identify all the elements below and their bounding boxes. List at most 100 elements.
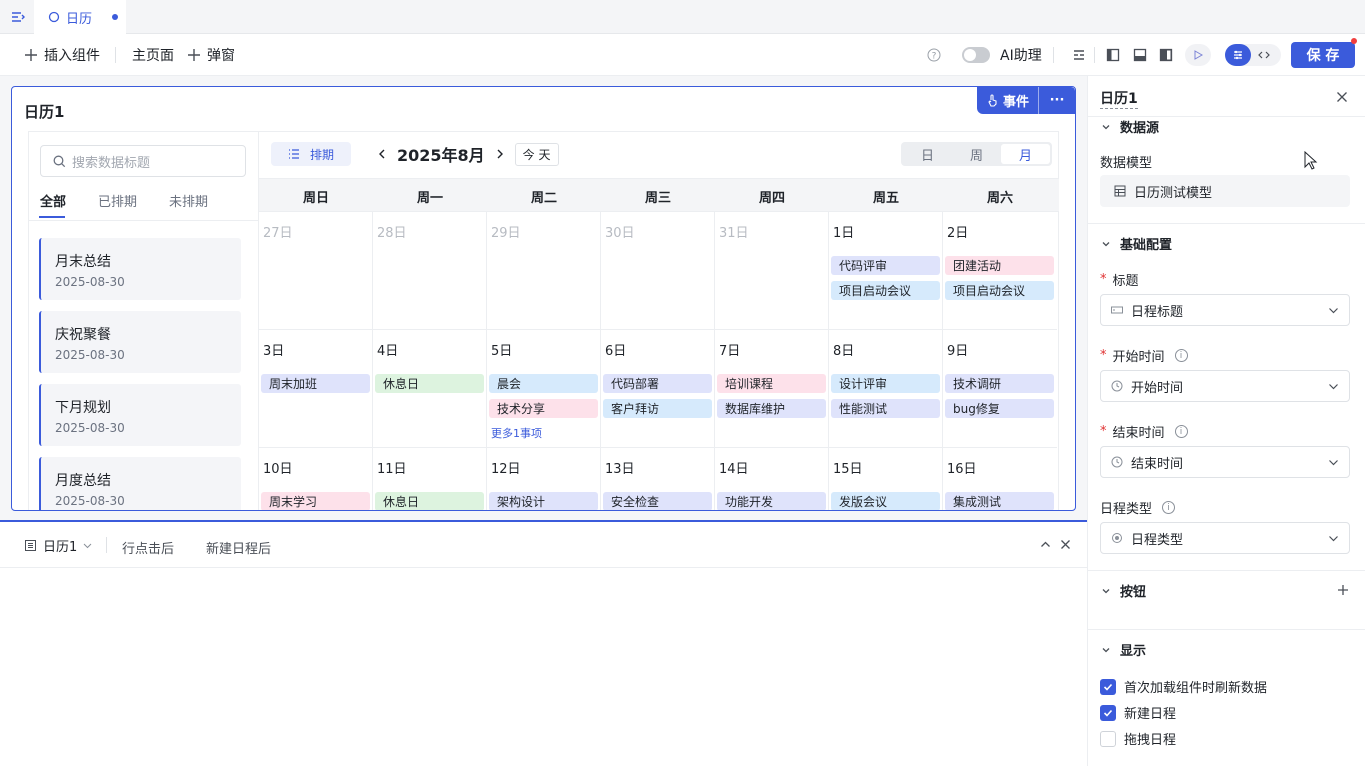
info-icon[interactable]: i [1162,501,1176,514]
calendar-event[interactable]: 代码评审 [831,256,940,275]
day-cell[interactable]: 8日 设计评审 性能测试 [829,330,943,448]
popup-button[interactable]: 弹窗 [187,34,235,76]
calendar-event[interactable]: bug修复 [945,399,1054,418]
close-icon[interactable] [1060,539,1071,550]
chevron-right-icon[interactable] [495,149,505,159]
schedule-button[interactable]: 排期 [271,142,351,166]
day-cell[interactable]: 31日 [715,212,829,330]
day-cell[interactable]: 7日 培训课程 数据库维护 [715,330,829,448]
toggle-switch[interactable] [962,47,990,63]
collapse-icon[interactable] [1040,539,1051,550]
calendar-event[interactable]: 休息日 [375,374,484,393]
list-item[interactable]: 月末总结 2025-08-30 [39,238,241,300]
settings-mode-icon[interactable] [1225,44,1251,66]
right-panel-icon[interactable] [1159,48,1173,62]
calendar-event[interactable]: 性能测试 [831,399,940,418]
day-cell[interactable]: 13日 安全检查 [601,448,715,510]
day-cell[interactable]: 3日 周末加班 [259,330,373,448]
list-tab-scheduled[interactable]: 已排期 [98,191,137,210]
day-cell[interactable]: 11日 休息日 [373,448,487,510]
info-icon[interactable]: i [1174,349,1188,362]
calendar-event[interactable]: 休息日 [375,492,484,510]
display-section-header[interactable]: 显示 [1102,640,1146,659]
calendar-event[interactable]: 架构设计 [489,492,598,510]
day-cell[interactable]: 27日 [259,212,373,330]
event-type-select[interactable]: 日程类型 [1100,522,1350,554]
view-month-button[interactable]: 月 [1001,144,1050,164]
day-cell[interactable]: 30日 [601,212,715,330]
calendar-event[interactable]: 周末加班 [261,374,370,393]
panel-title[interactable]: 日历1 [1100,88,1138,109]
title-select[interactable]: 日程标题 [1100,294,1350,326]
tab-row-click[interactable]: 行点击后 [122,538,174,557]
layout-icon[interactable] [1072,48,1086,62]
component-selector[interactable]: 日历1 [24,536,92,555]
checkbox-checked-icon[interactable] [1100,678,1116,695]
save-button[interactable]: 保 存 [1291,42,1355,68]
checkbox-new-event[interactable]: 新建日程 [1100,703,1176,722]
model-field[interactable]: 日历测试模型 [1100,175,1350,207]
day-cell[interactable]: 2日 团建活动 项目启动会议 [943,212,1057,330]
day-cell[interactable]: 16日 集成测试 [943,448,1057,510]
calendar-event[interactable]: 项目启动会议 [945,281,1054,300]
more-options-icon[interactable]: ··· [1039,87,1075,114]
home-page-button[interactable]: 主页面 [132,34,174,76]
calendar-event[interactable]: 设计评审 [831,374,940,393]
tab-calendar[interactable]: 日历 [34,0,126,34]
calendar-event[interactable]: 晨会 [489,374,598,393]
view-day-button[interactable]: 日 [903,144,952,164]
list-tab-all[interactable]: 全部 [40,191,66,210]
list-item[interactable]: 月度总结 2025-08-30 [39,457,241,510]
calendar-event[interactable]: 技术分享 [489,399,598,418]
calendar-event[interactable]: 周末学习 [261,492,370,510]
button-section-header[interactable]: 按钮 [1102,581,1146,600]
calendar-event[interactable]: 团建活动 [945,256,1054,275]
calendar-event[interactable]: 安全检查 [603,492,712,510]
day-cell[interactable]: 1日 代码评审 项目启动会议 [829,212,943,330]
list-item[interactable]: 下月规划 2025-08-30 [39,384,241,446]
start-time-select[interactable]: 开始时间 [1100,370,1350,402]
help-icon[interactable]: ? [927,48,941,62]
code-mode-icon[interactable] [1251,44,1277,66]
search-input[interactable]: 搜索数据标题 [40,145,246,177]
tab-after-new-event[interactable]: 新建日程后 [206,538,271,557]
calendar-event[interactable]: 发版会议 [831,492,940,510]
checkbox-checked-icon[interactable] [1100,704,1116,721]
today-button[interactable]: 今 天 [514,142,559,166]
day-cell[interactable]: 28日 [373,212,487,330]
calendar-event[interactable]: 技术调研 [945,374,1054,393]
calendar-event[interactable]: 客户拜访 [603,399,712,418]
mode-switch[interactable] [1225,44,1281,66]
end-time-select[interactable]: 结束时间 [1100,446,1350,478]
day-cell[interactable]: 9日 技术调研 bug修复 [943,330,1057,448]
calendar-event[interactable]: 功能开发 [717,492,826,510]
day-cell[interactable]: 4日 休息日 [373,330,487,448]
sidebar-toggle-icon[interactable] [10,9,26,25]
day-cell[interactable]: 14日 功能开发 [715,448,829,510]
close-icon[interactable] [1336,91,1348,103]
basic-config-section-header[interactable]: 基础配置 [1102,234,1172,253]
insert-component-button[interactable]: 插入组件 [24,34,100,76]
day-cell[interactable]: 15日 发版会议 [829,448,943,510]
event-button[interactable]: 事件 [977,87,1039,114]
ai-assistant-toggle[interactable]: AI助理 [962,34,1042,76]
preview-play-icon[interactable] [1185,44,1211,66]
list-tab-unscheduled[interactable]: 未排期 [169,191,208,210]
list-item[interactable]: 庆祝聚餐 2025-08-30 [39,311,241,373]
calendar-widget[interactable]: 日历1 事件 ··· 搜索数据标题 全部 已排期 未排期 月末总结 2025-08… [11,86,1076,511]
checkbox-drag-event[interactable]: 拖拽日程 [1100,729,1176,748]
checkbox-refresh-on-load[interactable]: 首次加载组件时刷新数据 [1100,677,1267,696]
calendar-event[interactable]: 培训课程 [717,374,826,393]
bottom-panel-icon[interactable] [1133,48,1147,62]
view-week-button[interactable]: 周 [952,144,1001,164]
info-icon[interactable]: i [1174,425,1188,438]
day-cell[interactable]: 12日 架构设计 [487,448,601,510]
calendar-event[interactable]: 数据库维护 [717,399,826,418]
calendar-event[interactable]: 项目启动会议 [831,281,940,300]
calendar-event[interactable]: 集成测试 [945,492,1054,510]
day-cell[interactable]: 29日 [487,212,601,330]
left-panel-icon[interactable] [1106,48,1120,62]
day-cell[interactable]: 6日 代码部署 客户拜访 [601,330,715,448]
day-cell[interactable]: 10日 周末学习 [259,448,373,510]
calendar-event[interactable]: 代码部署 [603,374,712,393]
